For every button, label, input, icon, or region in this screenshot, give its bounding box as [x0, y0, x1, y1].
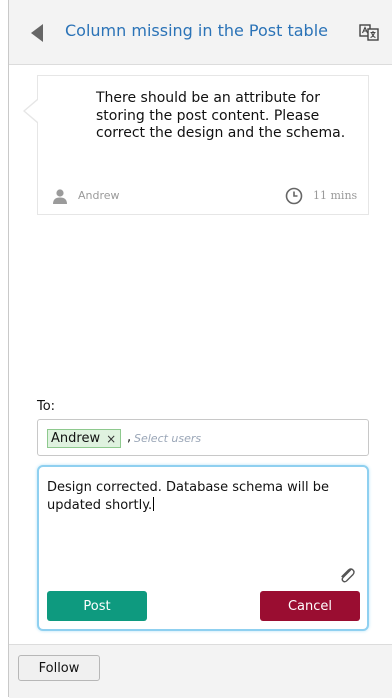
translate-icon[interactable]	[359, 22, 379, 42]
comment-bubble-tail-fill	[25, 100, 38, 122]
panel-left-border	[8, 0, 9, 697]
post-button[interactable]: Post	[47, 591, 147, 621]
thread-footer: Follow	[9, 644, 392, 698]
recipients-field[interactable]: Andrew × ,	[37, 419, 369, 456]
reply-text: Design corrected. Database schema will b…	[47, 480, 329, 513]
follow-button[interactable]: Follow	[18, 655, 100, 681]
user-icon	[53, 189, 67, 204]
clock-icon	[285, 187, 303, 205]
comment-body: There should be an attribute for storing…	[96, 90, 346, 141]
comment-author: Andrew	[78, 189, 120, 202]
comment-thread-panel: Column missing in the Post table There s…	[0, 0, 392, 698]
text-caret	[153, 497, 155, 511]
select-users-input[interactable]	[134, 428, 354, 448]
thread-header: Column missing in the Post table	[9, 0, 392, 65]
comment-card: There should be an attribute for storing…	[37, 75, 369, 215]
to-label: To:	[37, 399, 56, 414]
comment-timestamp: 11 mins	[313, 189, 358, 202]
recipient-chip: Andrew ×	[47, 429, 122, 448]
reply-compose-box[interactable]: Design corrected. Database schema will b…	[37, 465, 369, 631]
remove-recipient-button[interactable]: ×	[106, 432, 116, 446]
cancel-button[interactable]: Cancel	[260, 591, 360, 621]
reply-textarea[interactable]: Design corrected. Database schema will b…	[47, 479, 347, 515]
recipient-name: Andrew	[51, 431, 101, 446]
thread-title[interactable]: Column missing in the Post table	[65, 21, 328, 40]
paperclip-icon[interactable]	[337, 565, 357, 585]
recipient-separator: ,	[127, 430, 132, 445]
arrow-left-icon[interactable]	[31, 24, 43, 42]
